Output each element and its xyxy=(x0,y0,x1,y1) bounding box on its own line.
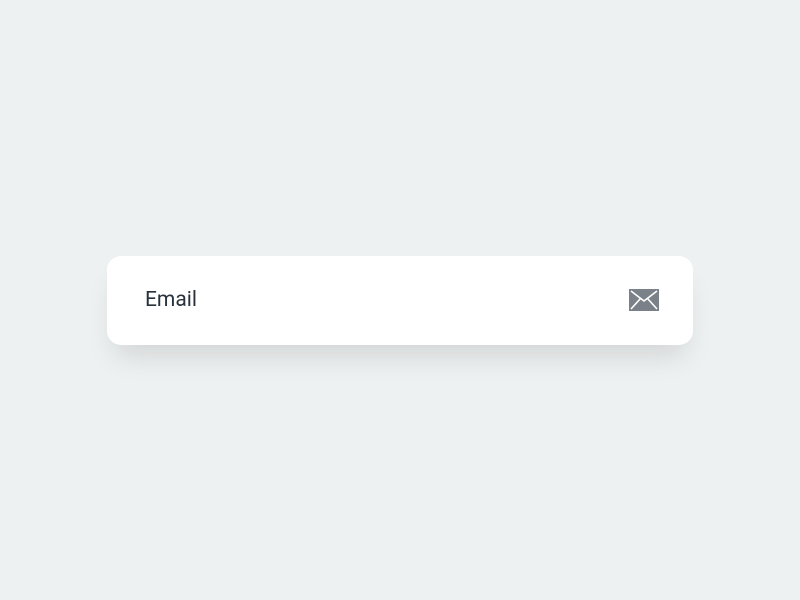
mail-icon xyxy=(629,289,659,311)
email-field[interactable] xyxy=(145,288,613,312)
email-input-container xyxy=(107,256,693,345)
